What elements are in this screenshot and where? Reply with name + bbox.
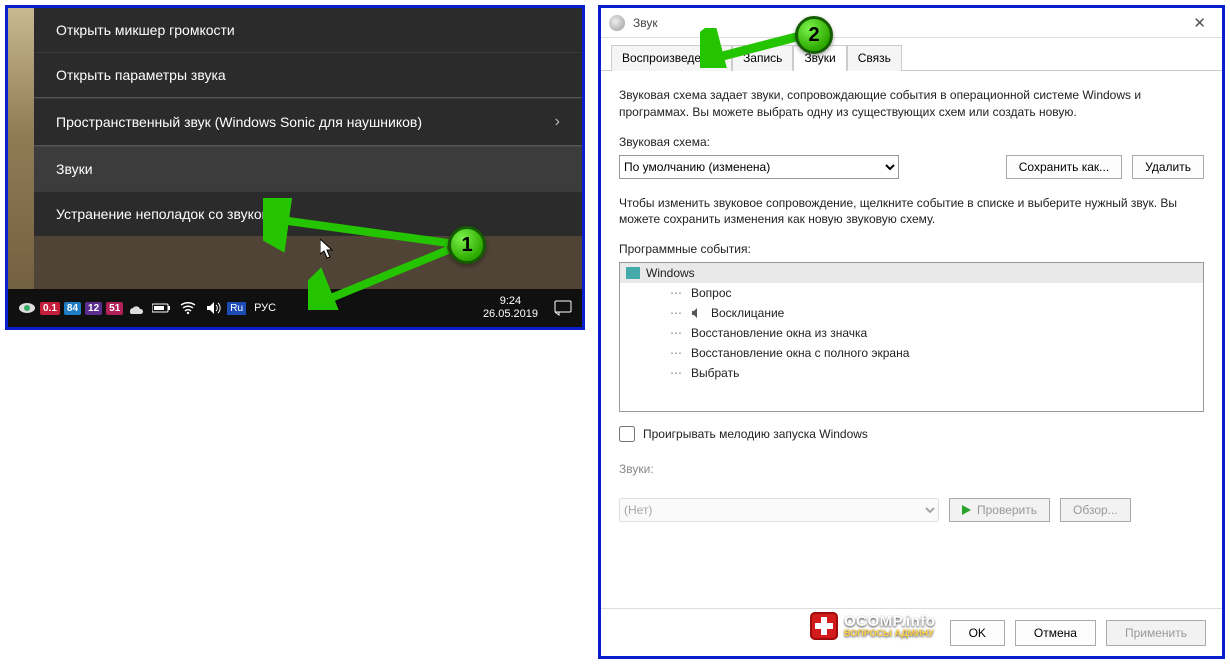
tray-badge[interactable]: 51 — [106, 302, 123, 315]
watermark-sub: ВОПРОСЫ АДМИНУ — [844, 629, 935, 638]
play-icon — [962, 505, 971, 515]
keyboard-layout-badge[interactable]: Ru — [227, 302, 246, 315]
scheme-label: Звуковая схема: — [619, 135, 1204, 149]
test-sound-button: Проверить — [949, 498, 1050, 522]
play-startup-checkbox-row[interactable]: Проигрывать мелодию запуска Windows — [619, 426, 1204, 442]
menu-open-sound-settings[interactable]: Открыть параметры звука — [34, 52, 582, 97]
event-item[interactable]: ⋯ Восклицание — [620, 303, 1203, 323]
wifi-icon[interactable] — [178, 298, 198, 318]
windows-icon — [626, 267, 640, 279]
menu-label: Звуки — [56, 161, 93, 177]
desktop-wallpaper-sliver — [8, 8, 34, 327]
program-events-list[interactable]: Windows ⋯ Вопрос ⋯ Восклицание ⋯ Восстан… — [619, 262, 1204, 412]
notifications-icon[interactable] — [550, 295, 576, 321]
step-badge-2: 2 — [795, 16, 833, 54]
menu-label: Устранение неполадок со звуком — [56, 206, 271, 222]
ok-button[interactable]: OK — [950, 620, 1005, 646]
play-startup-checkbox[interactable] — [619, 426, 635, 442]
cursor-icon — [320, 239, 334, 259]
lang-text[interactable]: РУС — [254, 302, 276, 314]
menu-open-mixer[interactable]: Открыть микшер громкости — [34, 8, 582, 52]
tab-playback[interactable]: Воспроизведение — [611, 45, 732, 71]
onedrive-icon[interactable] — [126, 298, 146, 318]
eye-icon[interactable] — [17, 298, 37, 318]
battery-icon[interactable] — [152, 298, 172, 318]
taskbar-clock[interactable]: 9:24 26.05.2019 — [475, 295, 546, 320]
menu-label: Пространственный звук (Windows Sonic для… — [56, 114, 422, 130]
event-item[interactable]: ⋯ Восстановление окна с полного экрана — [620, 343, 1203, 363]
plus-icon — [810, 612, 838, 640]
event-item[interactable]: ⋯ Выбрать — [620, 363, 1203, 383]
clock-date: 26.05.2019 — [483, 308, 538, 321]
change-sound-description: Чтобы изменить звуковое сопровождение, щ… — [619, 195, 1204, 229]
watermark: OCOMP.info ВОПРОСЫ АДМИНУ — [810, 612, 935, 640]
menu-sounds[interactable]: Звуки — [34, 146, 582, 191]
apply-button: Применить — [1106, 620, 1206, 646]
sounds-label: Звуки: — [619, 462, 1204, 476]
menu-spatial-sound[interactable]: Пространственный звук (Windows Sonic для… — [34, 98, 582, 145]
clock-time: 9:24 — [483, 295, 538, 308]
menu-troubleshoot-sound[interactable]: Устранение неполадок со звуком — [34, 191, 582, 236]
titlebar: Звук ✕ — [601, 8, 1222, 38]
events-root-node[interactable]: Windows — [620, 263, 1203, 283]
event-item[interactable]: ⋯ Восстановление окна из значка — [620, 323, 1203, 343]
sound-dialog: Звук ✕ Воспроизведение Запись Звуки Связ… — [598, 5, 1225, 659]
menu-label: Открыть микшер громкости — [56, 22, 235, 38]
event-item[interactable]: ⋯ Вопрос — [620, 283, 1203, 303]
watermark-main: OCOMP.info — [844, 614, 935, 629]
cancel-button[interactable]: Отмена — [1015, 620, 1096, 646]
volume-context-menu: Открыть микшер громкости Открыть парамет… — [34, 8, 582, 236]
events-label: Программные события: — [619, 242, 1204, 256]
tray-badge[interactable]: 12 — [85, 302, 102, 315]
left-screenshot: Открыть микшер громкости Открыть парамет… — [5, 5, 585, 330]
sounds-select: (Нет) — [619, 498, 939, 522]
tab-recording[interactable]: Запись — [732, 45, 793, 71]
tab-strip: Воспроизведение Запись Звуки Связь — [601, 38, 1222, 71]
speaker-icon — [609, 15, 625, 31]
scheme-description: Звуковая схема задает звуки, сопровождаю… — [619, 87, 1204, 121]
tray-badge[interactable]: 84 — [64, 302, 81, 315]
window-title: Звук — [633, 16, 658, 30]
step-badge-1: 1 — [448, 226, 486, 264]
delete-button[interactable]: Удалить — [1132, 155, 1204, 179]
scheme-select[interactable]: По умолчанию (изменена) — [619, 155, 899, 179]
save-as-button[interactable]: Сохранить как... — [1006, 155, 1122, 179]
taskbar: 0.1 84 12 51 Ru РУС 9:24 26.05.2019 — [8, 289, 582, 327]
tab-body: Звуковая схема задает звуки, сопровождаю… — [601, 71, 1222, 538]
close-button[interactable]: ✕ — [1185, 14, 1214, 32]
chevron-right-icon: › — [555, 113, 560, 131]
tab-communications[interactable]: Связь — [847, 45, 902, 71]
speaker-icon — [691, 307, 703, 319]
menu-label: Открыть параметры звука — [56, 67, 226, 83]
volume-icon[interactable] — [204, 298, 224, 318]
tray-badge[interactable]: 0.1 — [40, 302, 60, 315]
browse-button: Обзор... — [1060, 498, 1131, 522]
